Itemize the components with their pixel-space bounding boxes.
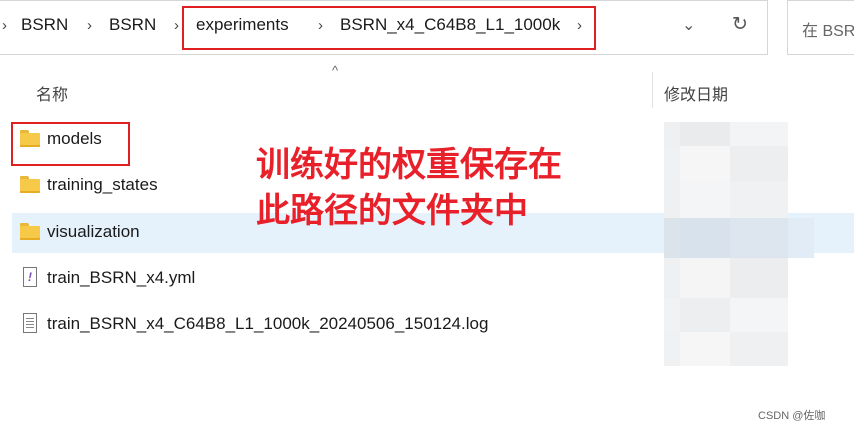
folder-icon xyxy=(20,176,40,194)
chevron-right-icon[interactable]: › xyxy=(174,17,179,34)
folder-icon xyxy=(20,223,40,241)
address-bar[interactable]: › BSRN › BSRN › experiments › BSRN_x4_C6… xyxy=(0,0,768,55)
file-name: training_states xyxy=(47,175,158,194)
breadcrumb-item[interactable]: BSRN xyxy=(109,15,156,35)
chevron-down-icon[interactable]: ⌄ xyxy=(682,15,695,35)
chevron-right-icon: › xyxy=(2,17,7,34)
search-box[interactable]: 在 BSRN xyxy=(787,0,854,55)
column-header-date[interactable]: 修改日期 xyxy=(664,81,728,105)
yml-file-icon: ! xyxy=(20,267,40,287)
path-highlight-box xyxy=(182,6,596,50)
column-header-name[interactable]: 名称 xyxy=(36,81,68,105)
log-file-icon xyxy=(20,313,40,333)
breadcrumb-item[interactable]: BSRN xyxy=(21,15,68,35)
file-name: train_BSRN_x4_C64B8_L1_1000k_20240506_15… xyxy=(47,314,489,333)
column-divider[interactable] xyxy=(652,72,653,108)
obscured-date-column xyxy=(664,122,814,366)
refresh-icon[interactable]: ↻ xyxy=(732,13,748,36)
file-name: visualization xyxy=(47,222,140,241)
models-highlight-box xyxy=(11,122,130,166)
annotation-line-1: 训练好的权重保存在 xyxy=(256,145,562,185)
annotation-text: 训练好的权重保存在 此路径的文件夹中 xyxy=(256,142,562,234)
watermark: CSDN @佐咖 xyxy=(758,410,826,422)
annotation-line-2: 此路径的文件夹中 xyxy=(256,191,528,231)
chevron-right-icon[interactable]: › xyxy=(87,17,92,34)
sort-ascending-icon: ^ xyxy=(332,63,339,78)
search-placeholder: 在 BSRN xyxy=(802,23,854,40)
file-name: train_BSRN_x4.yml xyxy=(47,268,196,287)
